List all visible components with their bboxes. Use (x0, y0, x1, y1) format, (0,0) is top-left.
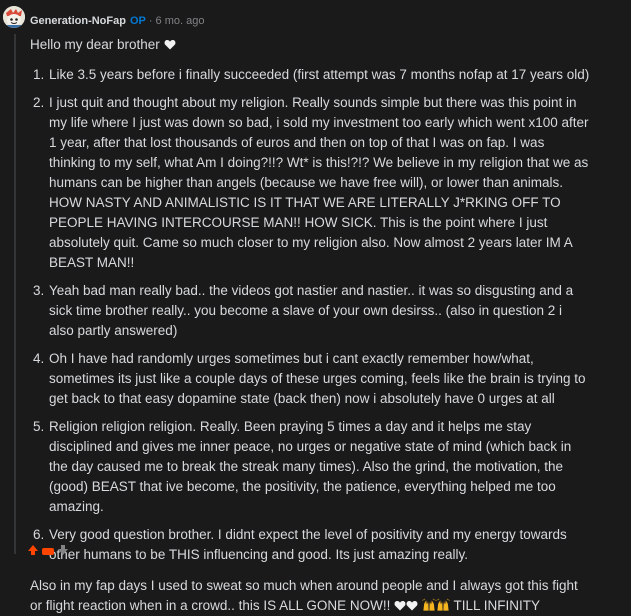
comment-header: Generation-NoFap OP · 6 mo. ago (30, 13, 204, 29)
comment: Generation-NoFap OP · 6 mo. ago Hello my de… (0, 0, 631, 613)
answer-item-4: Oh I have had randomly urges sometimes b… (48, 349, 590, 409)
thread-line[interactable] (14, 34, 16, 554)
comment-action-bar (28, 545, 68, 557)
answer-item-3: Yeah bad man really bad.. the videos got… (48, 281, 590, 341)
snoo-avatar-icon (3, 6, 25, 28)
greeting-text: Hello my dear brother (30, 37, 160, 52)
closing-paragraph: Also in my fap days I used to sweat so m… (30, 576, 590, 616)
separator-dot: · (148, 15, 153, 27)
raising-hands-icon (422, 598, 436, 611)
white-heart-icon (406, 601, 418, 611)
greeting-paragraph: Hello my dear brother (30, 35, 590, 55)
op-badge: OP (129, 15, 146, 27)
answer-item-1: Like 3.5 years before i finally succeede… (48, 65, 590, 85)
white-heart-icon (164, 40, 176, 50)
comment-body: Hello my dear brother Like 3.5 years bef… (30, 35, 590, 616)
closing-tail-text: TILL INFINITY (453, 598, 540, 613)
raising-hands-icon (436, 598, 450, 611)
username-link[interactable]: Generation-NoFap (30, 15, 126, 27)
user-avatar[interactable] (3, 6, 25, 28)
answer-item-6: Very good question brother. I didnt expe… (48, 525, 590, 565)
answer-item-5: Religion religion religion. Really. Been… (48, 417, 590, 517)
answer-item-2: I just quit and thought about my religio… (48, 93, 590, 273)
timestamp-link[interactable]: 6 mo. ago (156, 15, 205, 27)
answers-list: Like 3.5 years before i finally succeede… (30, 65, 590, 565)
white-heart-icon (394, 601, 406, 611)
